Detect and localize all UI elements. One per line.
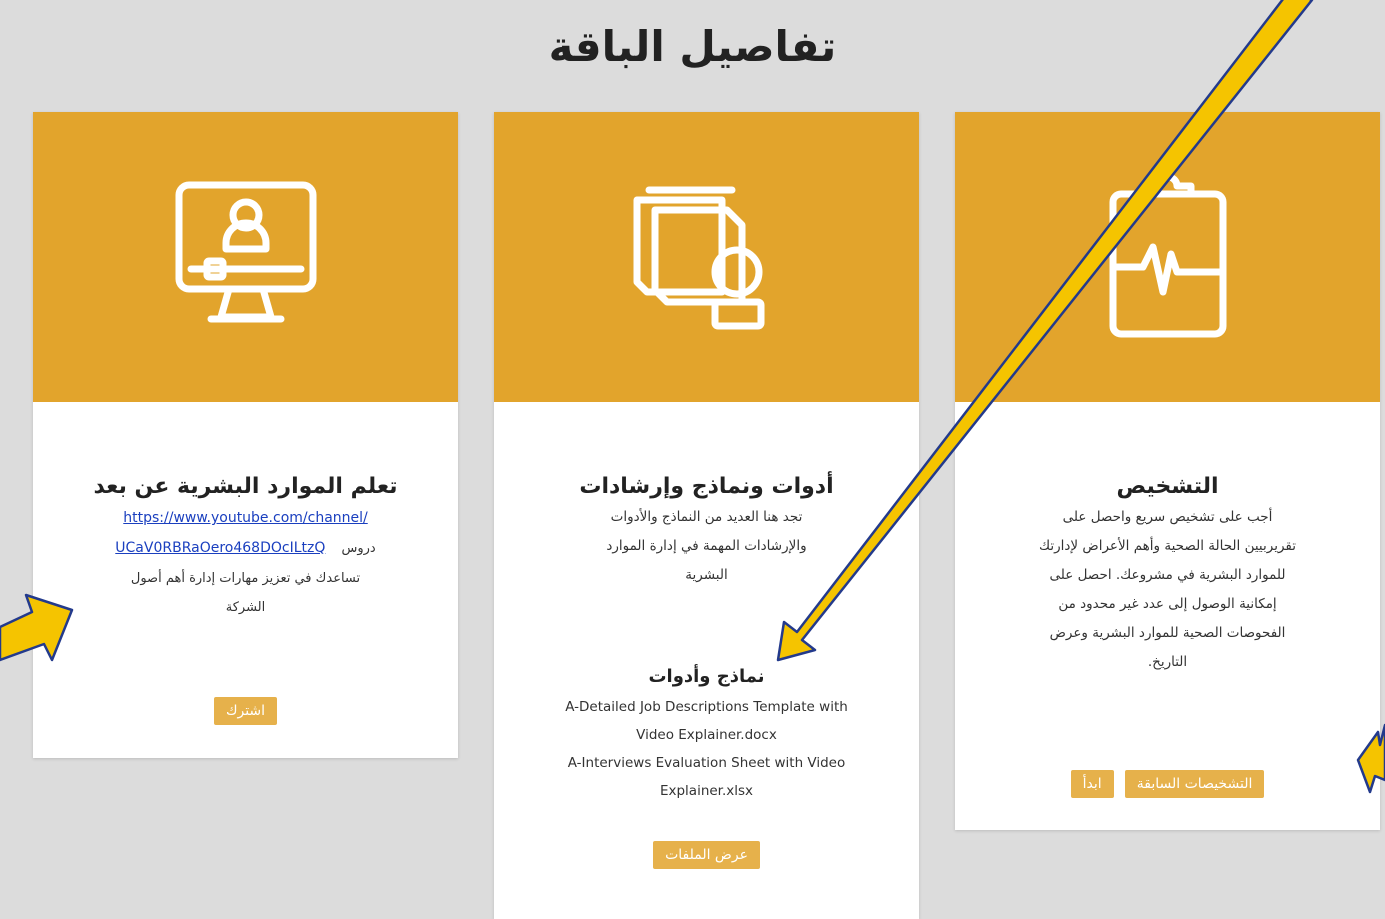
learning-link-row: UCaV0RBRaOero468DOcILtzQ دروس <box>33 533 458 564</box>
learning-card-desc: تساعدك في تعزيز مهارات إدارة أهم أصول ال… <box>130 571 361 615</box>
view-files-button[interactable]: عرض الملفات <box>653 841 760 869</box>
tools-actions: عرض الملفات <box>494 841 919 869</box>
tools-card: أدوات ونماذج وإرشادات تجد هنا العديد من … <box>494 112 919 919</box>
diagnosis-card: التشخيص أجب على تشخيص سريع واحصل على تقر… <box>955 112 1380 830</box>
file-link-job-descriptions[interactable]: A-Detailed Job Descriptions Template wit… <box>494 693 919 749</box>
monitor-user-icon <box>175 181 316 323</box>
diagnosis-card-header <box>955 112 1380 402</box>
diagnosis-card-title: التشخيص <box>1116 474 1219 499</box>
learning-card-body: تعلم الموارد البشرية عن بعد https://www.… <box>33 474 458 622</box>
learning-card-title: تعلم الموارد البشرية عن بعد <box>93 474 398 499</box>
page-title: تفاصيل الباقة <box>548 22 837 71</box>
documents-user-icon <box>633 186 764 330</box>
tools-card-body: أدوات ونماذج وإرشادات تجد هنا العديد من … <box>494 474 919 590</box>
diagnosis-card-desc: أجب على تشخيص سريع واحصل على تقريربيين ا… <box>1038 509 1297 670</box>
youtube-link-line1[interactable]: https://www.youtube.com/channel/ <box>33 503 458 533</box>
youtube-link-line2[interactable]: UCaV0RBRaOero468DOcILtzQ <box>115 540 325 556</box>
subscribe-button[interactable]: اشترك <box>213 697 278 725</box>
start-diagnosis-button[interactable]: ابدأ <box>1070 770 1114 798</box>
tools-files-section: نماذج وأدوات A-Detailed Job Descriptions… <box>494 666 919 805</box>
tools-card-header <box>494 112 919 402</box>
previous-diagnoses-button[interactable]: التشخيصات السابقة <box>1124 770 1265 798</box>
diagnosis-card-body: التشخيص أجب على تشخيص سريع واحصل على تقر… <box>955 474 1380 677</box>
learning-actions: اشترك <box>33 697 458 725</box>
diagnosis-actions: ابدأ التشخيصات السابقة <box>955 770 1380 798</box>
learning-card-header <box>33 112 458 402</box>
learning-card: تعلم الموارد البشرية عن بعد https://www.… <box>33 112 458 758</box>
lessons-label: دروس <box>341 541 376 556</box>
file-link-interviews-evaluation[interactable]: A-Interviews Evaluation Sheet with Video… <box>494 749 919 805</box>
clipboard-heartbeat-icon <box>1109 173 1226 338</box>
files-section-title: نماذج وأدوات <box>648 666 765 687</box>
tools-card-desc: تجد هنا العديد من النماذج والأدوات والإر… <box>606 509 807 583</box>
tools-card-title: أدوات ونماذج وإرشادات <box>579 474 834 499</box>
